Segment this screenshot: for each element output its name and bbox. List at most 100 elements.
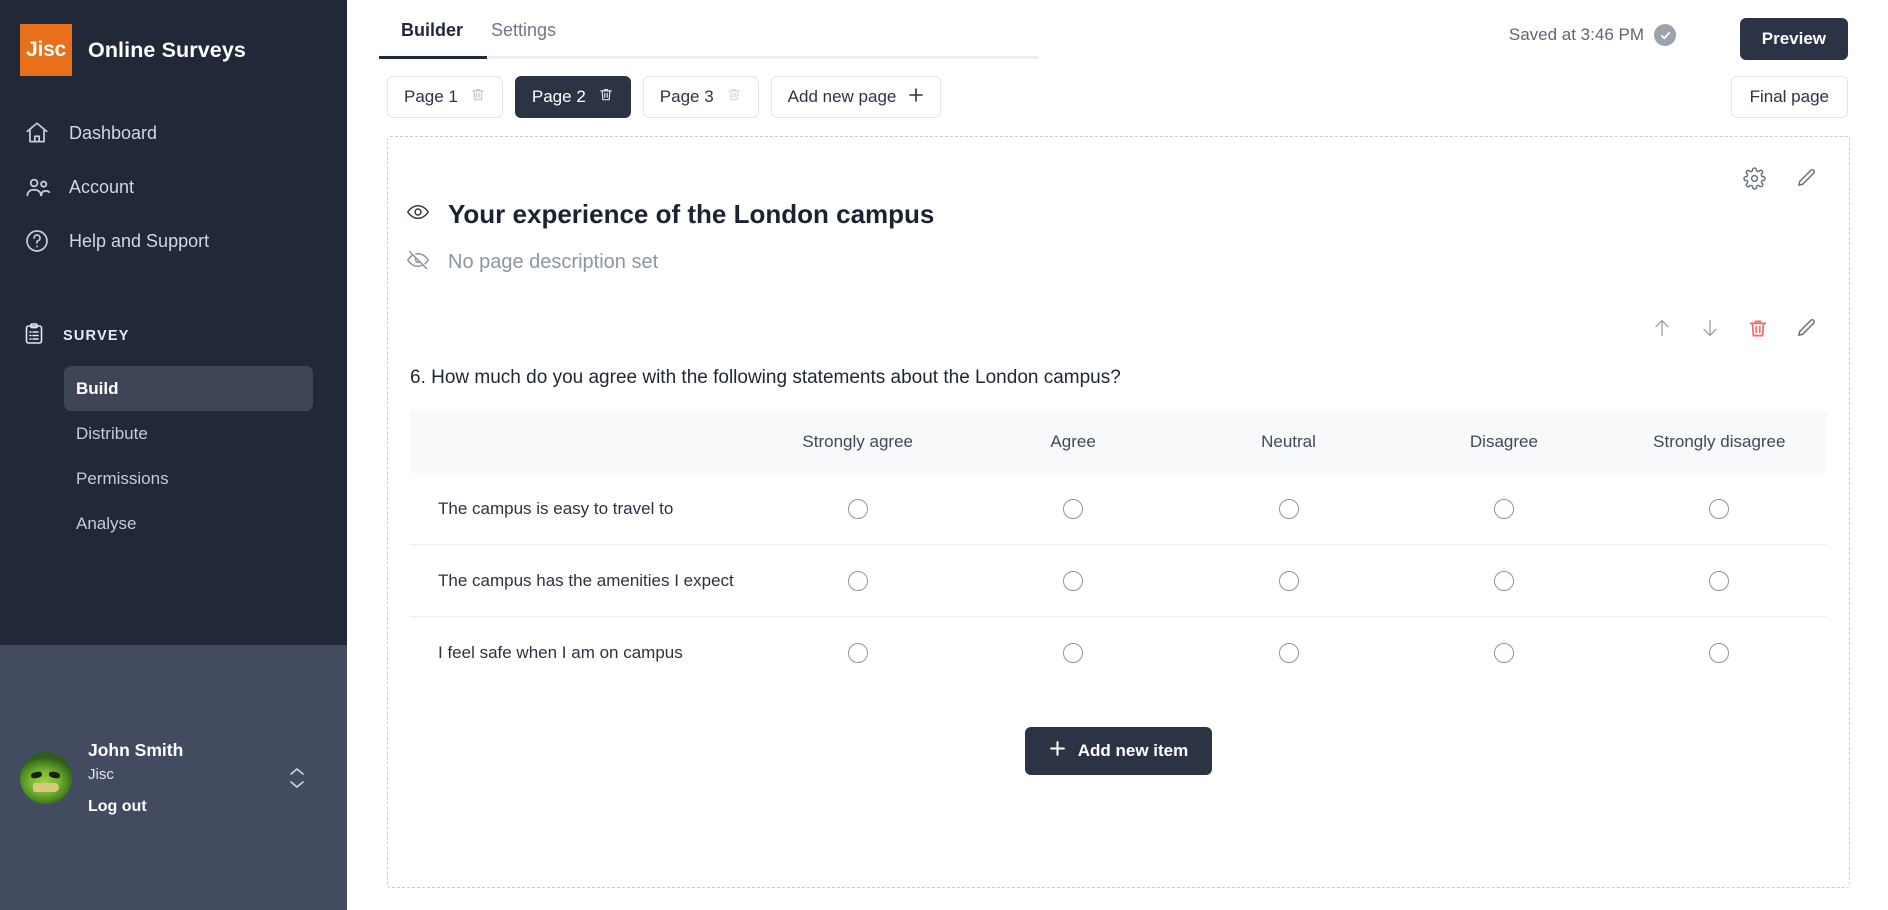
matrix-cell bbox=[750, 498, 965, 519]
table-row: I feel safe when I am on campus bbox=[410, 617, 1827, 689]
radio-strongly-agree[interactable] bbox=[847, 498, 868, 519]
tab-builder[interactable]: Builder bbox=[387, 20, 477, 57]
arrow-down-icon[interactable] bbox=[1697, 315, 1723, 341]
matrix-cell bbox=[750, 643, 965, 663]
radio-strongly-disagree[interactable] bbox=[1709, 498, 1730, 519]
radio-strongly-agree[interactable] bbox=[847, 643, 868, 663]
app-root: Jisc Online Surveys Dashboard Account He… bbox=[0, 0, 1888, 910]
sidebar-item-permissions[interactable]: Permissions bbox=[64, 456, 313, 501]
matrix-cell bbox=[1612, 570, 1827, 591]
radio-strongly-agree[interactable] bbox=[847, 570, 868, 591]
tab-underline bbox=[379, 56, 1039, 59]
radio-agree[interactable] bbox=[1063, 570, 1084, 591]
check-circle-icon bbox=[1654, 24, 1676, 46]
matrix-header-row: Strongly agree Agree Neutral Disagree St… bbox=[410, 411, 1827, 473]
main-content: Builder Settings Saved at 3:46 PM Previe… bbox=[347, 0, 1888, 910]
matrix-column-header: Strongly agree bbox=[802, 432, 913, 451]
plus-icon bbox=[908, 87, 924, 108]
sidebar-item-label: Dashboard bbox=[69, 122, 158, 143]
gear-icon[interactable] bbox=[1741, 165, 1767, 191]
matrix-cell bbox=[1396, 498, 1611, 519]
final-page-tab[interactable]: Final page bbox=[1730, 76, 1848, 118]
add-new-page-label: Add new page bbox=[787, 87, 897, 106]
eye-icon[interactable] bbox=[406, 200, 430, 229]
page-tab-page-3[interactable]: Page 3 bbox=[642, 76, 759, 118]
sidebar-item-analyse[interactable]: Analyse bbox=[64, 501, 313, 546]
page-title: Your experience of the London campus bbox=[448, 199, 935, 229]
matrix-cell bbox=[1612, 498, 1827, 519]
add-new-page-button[interactable]: Add new page bbox=[770, 76, 942, 118]
page-tabs-bar: Page 1 Page 2 Page 3 Add new page Final … bbox=[347, 68, 1888, 126]
survey-nav: Build Distribute Permissions Analyse bbox=[0, 366, 347, 546]
avatar bbox=[20, 751, 72, 804]
radio-disagree[interactable] bbox=[1493, 570, 1514, 591]
log-out-button[interactable]: Log out bbox=[88, 798, 183, 816]
sidebar: Jisc Online Surveys Dashboard Account He… bbox=[0, 0, 347, 910]
clipboard-icon bbox=[22, 322, 46, 350]
add-new-item-button[interactable]: Add new item bbox=[1024, 727, 1213, 775]
jisc-logo: Jisc bbox=[20, 24, 72, 76]
pencil-icon[interactable] bbox=[1793, 315, 1819, 341]
trash-icon[interactable] bbox=[470, 86, 486, 108]
page-card: Your experience of the London campus No … bbox=[387, 136, 1850, 888]
brand[interactable]: Jisc Online Surveys bbox=[0, 0, 347, 78]
trash-icon[interactable] bbox=[598, 86, 614, 108]
sidebar-item-label: Help and Support bbox=[69, 230, 210, 251]
user-panel[interactable]: John Smith Jisc Log out bbox=[0, 645, 347, 910]
matrix-column-header: Strongly disagree bbox=[1653, 432, 1786, 451]
sidebar-item-distribute[interactable]: Distribute bbox=[64, 411, 313, 456]
matrix-cell bbox=[1612, 643, 1827, 663]
saved-status-text: Saved at 3:46 PM bbox=[1508, 25, 1644, 44]
sidebar-item-build[interactable]: Build bbox=[64, 366, 313, 411]
arrow-up-icon[interactable] bbox=[1649, 315, 1675, 341]
account-switcher-icon[interactable] bbox=[289, 767, 305, 789]
trash-icon[interactable] bbox=[726, 86, 742, 108]
survey-section-label: SURVEY bbox=[63, 328, 130, 344]
sidebar-item-label: Distribute bbox=[76, 423, 148, 443]
radio-strongly-disagree[interactable] bbox=[1709, 643, 1730, 663]
radio-strongly-disagree[interactable] bbox=[1709, 570, 1730, 591]
radio-disagree[interactable] bbox=[1493, 498, 1514, 519]
home-icon bbox=[22, 118, 52, 148]
builder-settings-tabs: Builder Settings bbox=[347, 20, 570, 57]
radio-agree[interactable] bbox=[1063, 643, 1084, 663]
table-row: The campus has the amenities I expect bbox=[410, 545, 1827, 617]
radio-neutral[interactable] bbox=[1278, 643, 1299, 663]
sidebar-item-dashboard[interactable]: Dashboard bbox=[0, 106, 347, 160]
page-tab-page-1[interactable]: Page 1 bbox=[387, 76, 503, 118]
pencil-icon[interactable] bbox=[1793, 165, 1819, 191]
tab-settings[interactable]: Settings bbox=[477, 20, 570, 57]
page-title-row: Your experience of the London campus bbox=[388, 137, 1849, 230]
matrix-cell bbox=[1181, 643, 1396, 663]
survey-section-header: SURVEY bbox=[0, 316, 347, 356]
trash-icon[interactable] bbox=[1745, 315, 1771, 341]
matrix-cell bbox=[1396, 570, 1611, 591]
sidebar-item-label: Account bbox=[69, 176, 135, 197]
radio-neutral[interactable] bbox=[1278, 498, 1299, 519]
radio-agree[interactable] bbox=[1063, 498, 1084, 519]
matrix-cell bbox=[1181, 570, 1396, 591]
radio-neutral[interactable] bbox=[1278, 570, 1299, 591]
plus-icon bbox=[1049, 740, 1066, 762]
question-circle-icon bbox=[22, 226, 52, 256]
radio-disagree[interactable] bbox=[1493, 643, 1514, 663]
sidebar-item-label: Build bbox=[76, 378, 119, 398]
user-meta: John Smith Jisc Log out bbox=[88, 740, 183, 816]
page-tab-label: Page 1 bbox=[404, 87, 458, 106]
matrix-column-header: Agree bbox=[1050, 432, 1096, 451]
sidebar-item-label: Analyse bbox=[76, 513, 137, 533]
matrix-column-header: Disagree bbox=[1469, 432, 1538, 451]
survey-section: SURVEY Build Distribute Permissions Anal… bbox=[0, 316, 347, 546]
sidebar-item-help-and-support[interactable]: Help and Support bbox=[0, 214, 347, 268]
brand-title: Online Surveys bbox=[88, 37, 246, 62]
tab-label: Builder bbox=[401, 20, 464, 40]
primary-nav: Dashboard Account Help and Support bbox=[0, 106, 347, 268]
preview-button[interactable]: Preview bbox=[1739, 18, 1848, 60]
page-tab-page-2[interactable]: Page 2 bbox=[514, 76, 631, 118]
jisc-logo-text: Jisc bbox=[26, 38, 66, 61]
sidebar-item-account[interactable]: Account bbox=[0, 160, 347, 214]
page-tab-label: Page 2 bbox=[531, 87, 586, 106]
matrix-cell bbox=[965, 643, 1180, 663]
user-org: Jisc bbox=[88, 765, 114, 783]
eye-off-icon[interactable] bbox=[406, 248, 430, 277]
